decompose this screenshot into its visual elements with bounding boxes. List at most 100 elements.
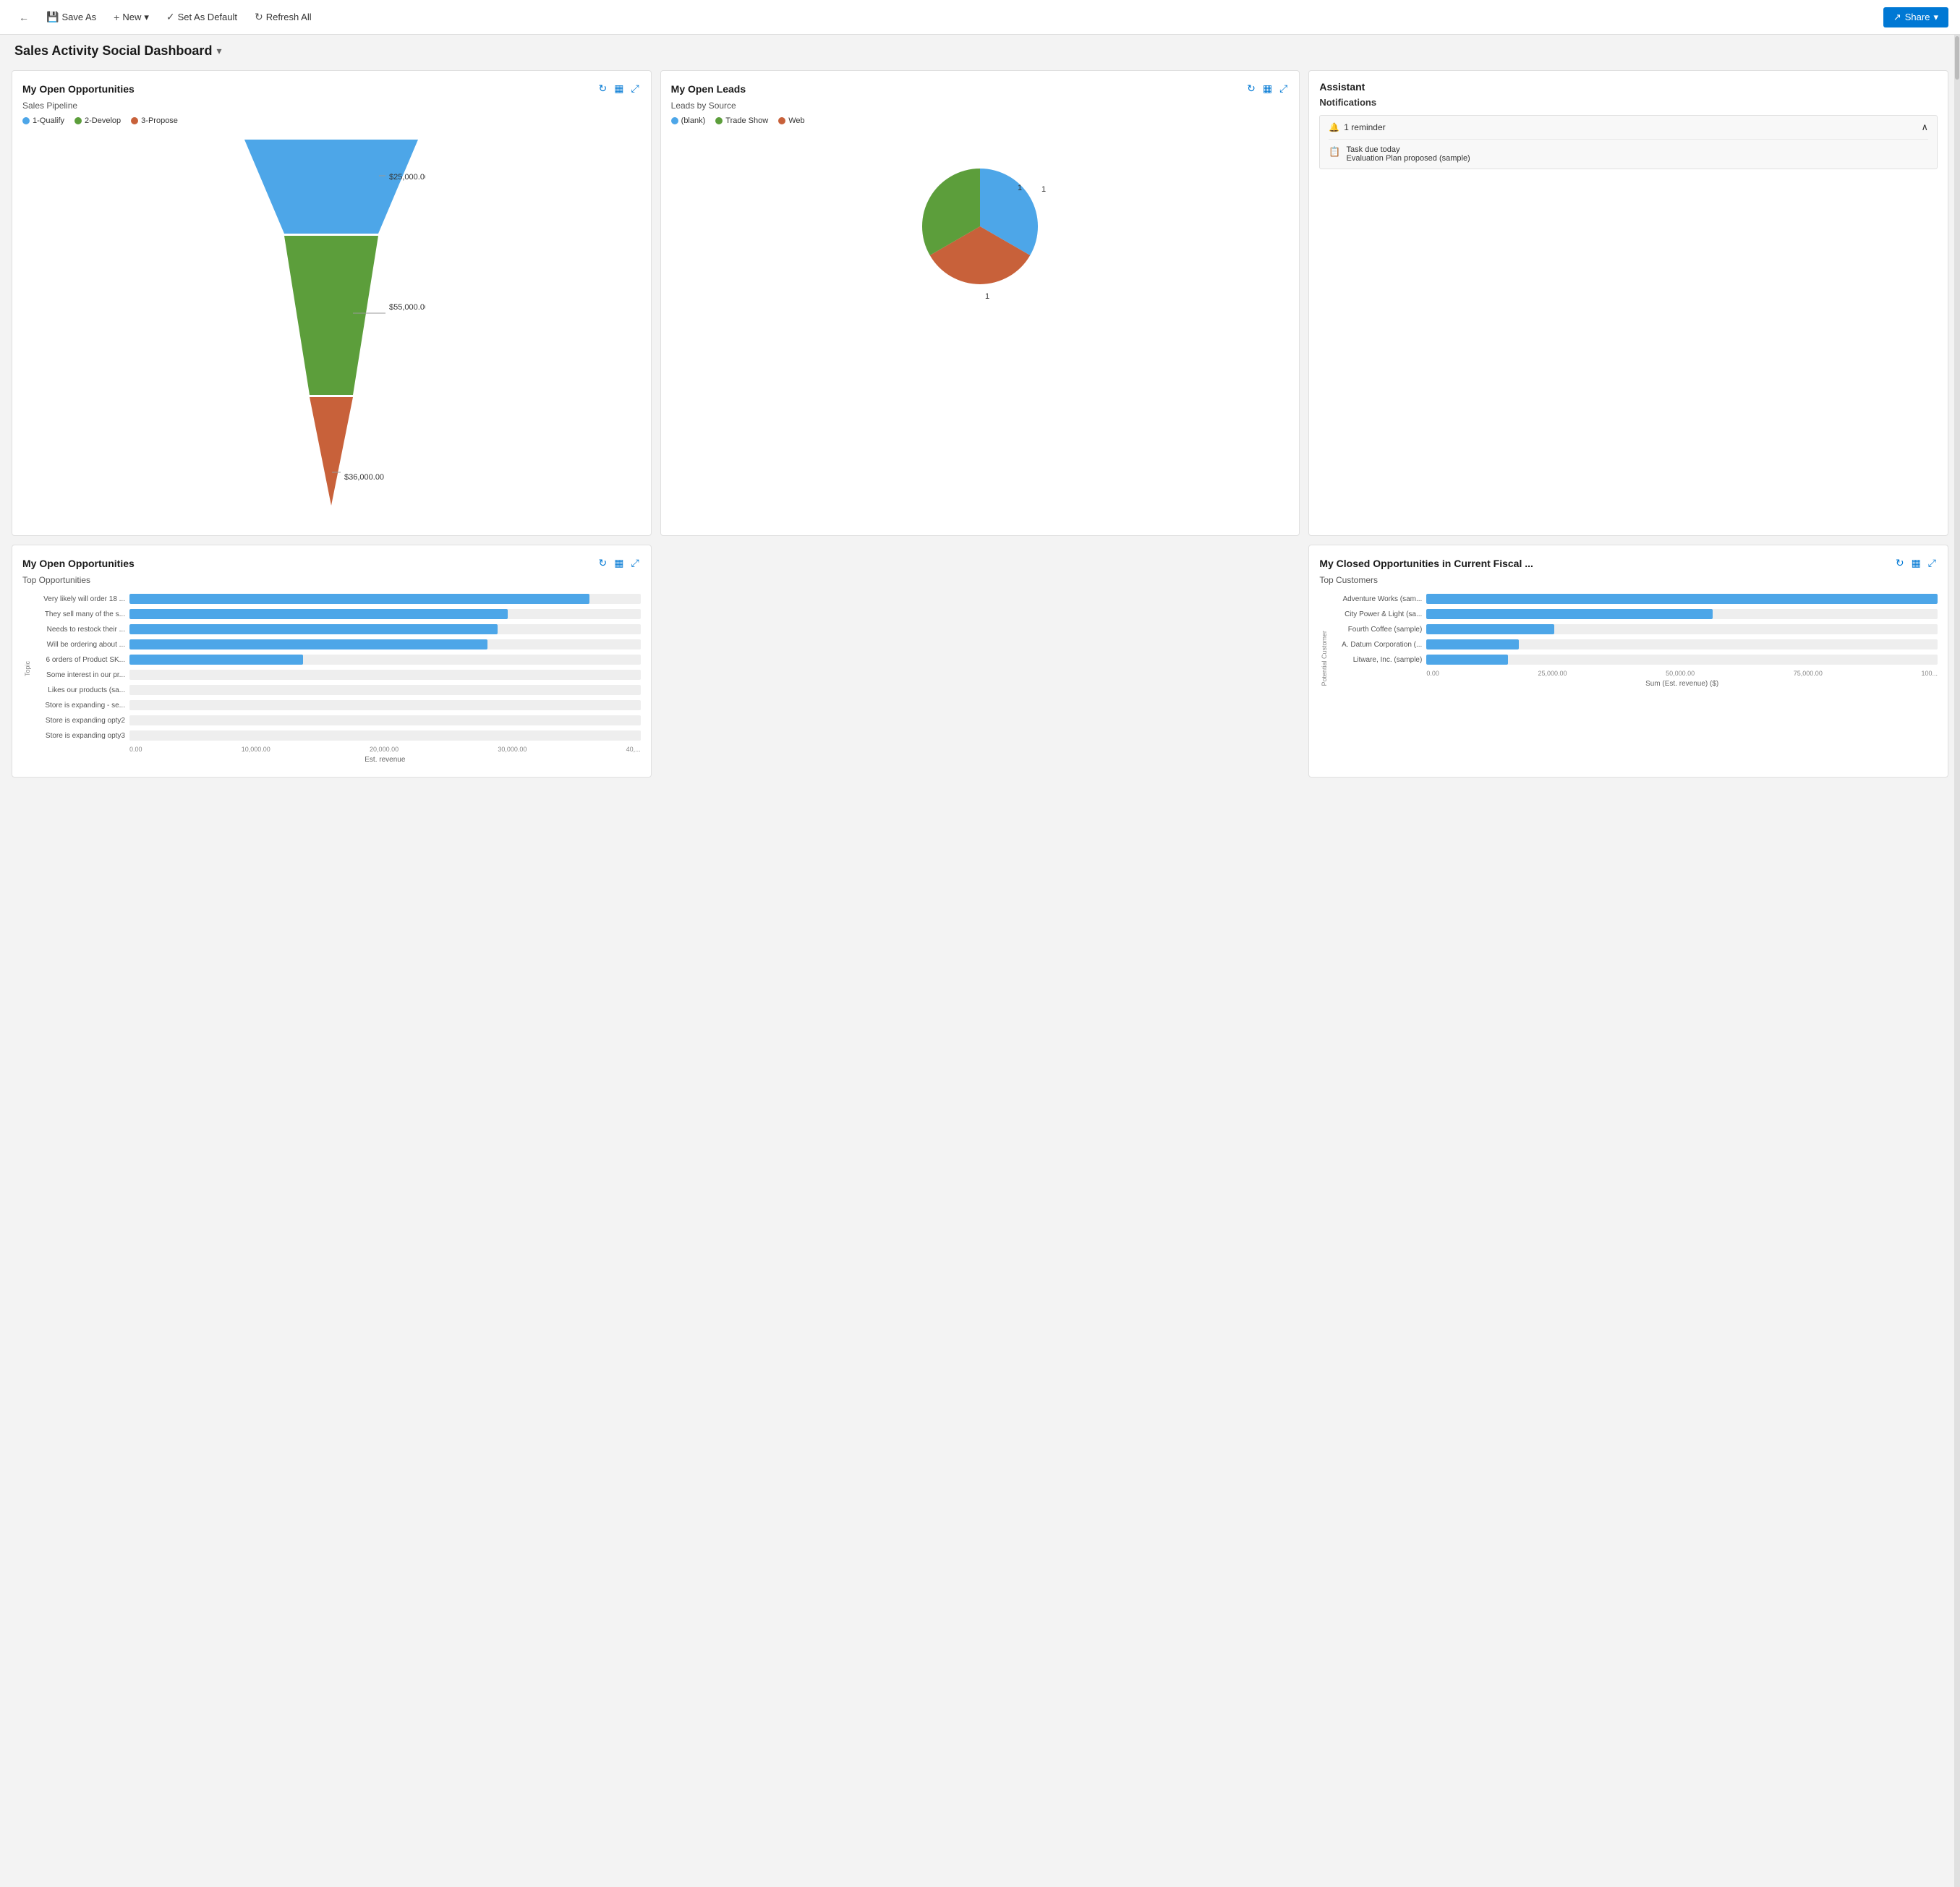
reminder-header[interactable]: 🔔 1 reminder ∧ xyxy=(1329,122,1928,133)
new-label: New xyxy=(122,12,141,22)
bar-row-1: Very likely will order 18 ... xyxy=(31,594,641,604)
legend-dot-blank xyxy=(671,117,678,124)
refresh-icon: ↻ xyxy=(255,11,263,23)
bar-row-4: Will be ordering about ... xyxy=(31,639,641,649)
top-opps-title: My Open Opportunities xyxy=(22,558,135,569)
pie-chart: 1 1 1 xyxy=(908,154,1052,299)
title-chevron-icon[interactable]: ▾ xyxy=(216,45,221,57)
legend-dot-qualify xyxy=(22,117,30,124)
closed-bar-fill xyxy=(1426,639,1518,649)
legend-item-propose: 3-Propose xyxy=(131,116,178,125)
view-leads-button[interactable]: ▦ xyxy=(1261,81,1274,96)
legend-label-develop: 2-Develop xyxy=(85,116,121,125)
bar-row-7: Likes our products (sa... xyxy=(31,685,641,695)
new-button[interactable]: + New ▾ xyxy=(106,8,156,27)
refresh-closed-button[interactable]: ↻ xyxy=(1894,555,1906,571)
notifications-title: Notifications xyxy=(1319,97,1938,108)
closed-opps-subtitle: Top Customers xyxy=(1319,575,1938,585)
reminder-chevron-icon: ∧ xyxy=(1921,122,1928,133)
legend-label-blank: (blank) xyxy=(681,116,706,125)
open-leads-card: My Open Leads ↻ ▦ ⤢ Leads by Source (bla… xyxy=(660,70,1300,536)
top-opps-subtitle: Top Opportunities xyxy=(22,575,641,585)
save-as-label: Save As xyxy=(61,12,96,22)
bar-label: Needs to restock their ... xyxy=(31,626,125,634)
save-as-button[interactable]: 💾 Save As xyxy=(39,7,103,27)
closed-bar-fill xyxy=(1426,624,1554,634)
view-card-button[interactable]: ▦ xyxy=(613,81,625,96)
set-default-label: Set As Default xyxy=(178,12,237,22)
bar-track xyxy=(129,594,641,604)
reminder-title: 🔔 1 reminder xyxy=(1329,122,1385,132)
legend-label-web: Web xyxy=(788,116,804,125)
svg-text:$25,000.00: $25,000.00 xyxy=(389,173,425,182)
closed-bar-track xyxy=(1426,609,1938,619)
axis-labels: 0.0010,000.0020,000.0030,000.0040,... xyxy=(31,746,641,753)
share-icon: ↗ xyxy=(1893,12,1901,23)
refresh-top-opps-button[interactable]: ↻ xyxy=(597,555,608,571)
refresh-label: Refresh All xyxy=(266,12,312,22)
svg-text:1: 1 xyxy=(1018,184,1022,192)
closed-opportunities-card: My Closed Opportunities in Current Fisca… xyxy=(1308,545,1948,778)
legend-item-tradeshow: Trade Show xyxy=(715,116,768,125)
bar-label: Some interest in our pr... xyxy=(31,671,125,679)
bar-row-8: Store is expanding - se... xyxy=(31,700,641,710)
expand-top-opps-button[interactable]: ⤢ xyxy=(629,555,640,571)
bar-track xyxy=(129,609,641,619)
closed-bar-label: A. Datum Corporation (... xyxy=(1328,641,1422,649)
closed-bar-fill xyxy=(1426,594,1938,604)
card-title: My Open Opportunities xyxy=(22,83,135,95)
card-subtitle: Sales Pipeline xyxy=(22,101,641,111)
bar-track xyxy=(129,639,641,649)
bar-label: Store is expanding opty3 xyxy=(31,732,125,740)
bar-label: Will be ordering about ... xyxy=(31,641,125,649)
top-opps-chart: Topic Very likely will order 18 ... They… xyxy=(22,591,641,767)
closed-bar-row-2: City Power & Light (sa... xyxy=(1328,609,1938,619)
legend-label-tradeshow: Trade Show xyxy=(725,116,768,125)
closed-bar-fill xyxy=(1426,655,1508,665)
bar-label: 6 orders of Product SK... xyxy=(31,656,125,664)
closed-bar-row-4: A. Datum Corporation (... xyxy=(1328,639,1938,649)
closed-bar-fill xyxy=(1426,609,1713,619)
closed-axis-labels: 0.0025,000.0050,000.0075,000.00100... xyxy=(1328,670,1938,677)
bar-track xyxy=(129,670,641,680)
scrollbar-thumb[interactable] xyxy=(1955,36,1959,80)
assistant-card-header: Assistant xyxy=(1319,81,1938,93)
scrollbar[interactable] xyxy=(1954,35,1960,1887)
closed-bar-track xyxy=(1426,639,1938,649)
bar-row-5: 6 orders of Product SK... xyxy=(31,655,641,665)
bar-track xyxy=(129,700,641,710)
bar-fill xyxy=(129,639,487,649)
open-opportunities-card: My Open Opportunities ↻ ▦ ⤢ Sales Pipeli… xyxy=(12,70,652,536)
set-default-button[interactable]: ✓ Set As Default xyxy=(159,7,244,27)
task-details: Task due today Evaluation Plan proposed … xyxy=(1347,145,1470,163)
refresh-leads-button[interactable]: ↻ xyxy=(1245,81,1257,96)
toolbar: ← 💾 Save As + New ▾ ✓ Set As Default ↻ R… xyxy=(0,0,1960,35)
back-button[interactable]: ← xyxy=(12,8,36,27)
refresh-all-button[interactable]: ↻ Refresh All xyxy=(247,7,319,27)
task-line2: Evaluation Plan proposed (sample) xyxy=(1347,154,1470,163)
expand-card-button[interactable]: ⤢ xyxy=(629,81,640,96)
expand-leads-button[interactable]: ⤢ xyxy=(1278,81,1289,96)
share-button[interactable]: ↗ Share ▾ xyxy=(1883,7,1948,27)
x-axis-title: Est. revenue xyxy=(31,756,641,764)
view-closed-button[interactable]: ▦ xyxy=(1910,555,1922,571)
top-opportunities-card: My Open Opportunities ↻ ▦ ⤢ Top Opportun… xyxy=(12,545,652,778)
closed-bar-track xyxy=(1426,624,1938,634)
bar-track xyxy=(129,685,641,695)
card-header: My Open Opportunities ↻ ▦ ⤢ xyxy=(22,81,641,96)
bar-label: Store is expanding - se... xyxy=(31,702,125,710)
new-icon: + xyxy=(114,12,119,23)
view-top-opps-button[interactable]: ▦ xyxy=(613,555,625,571)
legend-item-develop: 2-Develop xyxy=(74,116,121,125)
dashboard-content: My Open Opportunities ↻ ▦ ⤢ Sales Pipeli… xyxy=(0,64,1960,789)
bar-fill xyxy=(129,594,589,604)
expand-closed-button[interactable]: ⤢ xyxy=(1927,555,1938,571)
top-opps-header: My Open Opportunities ↻ ▦ ⤢ xyxy=(22,555,641,571)
task-icon: 📋 xyxy=(1329,146,1340,158)
closed-opps-icons: ↻ ▦ ⤢ xyxy=(1894,555,1938,571)
bar-fill xyxy=(129,624,498,634)
closed-bar-row-5: Litware, Inc. (sample) xyxy=(1328,655,1938,665)
refresh-card-button[interactable]: ↻ xyxy=(597,81,608,96)
closed-bar-label: Adventure Works (sam... xyxy=(1328,595,1422,603)
bar-fill xyxy=(129,655,303,665)
